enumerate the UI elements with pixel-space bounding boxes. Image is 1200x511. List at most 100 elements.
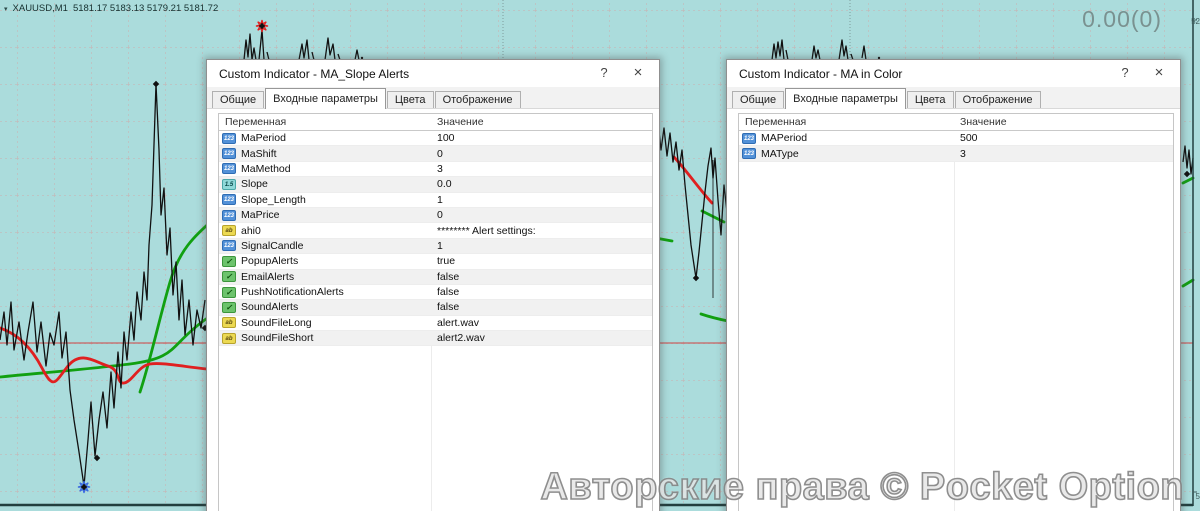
dialog-titlebar[interactable]: Custom Indicator - MA_Slope Alerts ? × (207, 60, 659, 87)
param-value[interactable]: 0.0 (431, 178, 652, 190)
param-name: ahi0 (241, 225, 261, 237)
param-name: PushNotificationAlerts (241, 286, 344, 298)
param-name: EmailAlerts (241, 271, 294, 283)
param-name: MaPeriod (241, 132, 286, 144)
symbol-label: XAUUSD,M1 (13, 3, 68, 14)
table-row[interactable]: MAType 3 (739, 146, 1173, 161)
string-type-icon (222, 317, 236, 328)
close-button[interactable]: × (623, 60, 653, 86)
dialog-content: Переменная Значение MAPeriod 500 MAType … (727, 109, 1180, 511)
table-row[interactable]: MaPeriod 100 (219, 131, 652, 146)
column-header-value[interactable]: Значение (954, 116, 1173, 128)
close-button[interactable]: × (1144, 60, 1174, 86)
tab-inputs[interactable]: Входные параметры (265, 88, 386, 109)
param-value[interactable]: 500 (954, 132, 1173, 144)
param-value[interactable]: 1 (431, 240, 652, 252)
table-row[interactable]: ahi0 ******** Alert settings: (219, 223, 652, 238)
param-value[interactable]: alert.wav (431, 317, 652, 329)
tab-visualization[interactable]: Отображение (435, 91, 521, 108)
param-name: SignalCandle (241, 240, 303, 252)
integer-type-icon (742, 133, 756, 144)
table-row[interactable]: SoundFileShort alert2.wav (219, 331, 652, 346)
param-value[interactable]: 100 (431, 132, 652, 144)
table-row[interactable]: MAPeriod 500 (739, 131, 1173, 146)
dialog-title: Custom Indicator - MA in Color (739, 67, 902, 81)
table-row[interactable]: PushNotificationAlerts false (219, 285, 652, 300)
dialog-title: Custom Indicator - MA_Slope Alerts (219, 67, 409, 81)
integer-type-icon (222, 148, 236, 159)
ohlc-values: 5181.17 5183.13 5179.21 5181.72 (73, 3, 218, 14)
param-value[interactable]: 1 (431, 194, 652, 206)
integer-type-icon (222, 163, 236, 174)
table-row[interactable]: EmailAlerts false (219, 270, 652, 285)
param-name: MaPrice (241, 209, 280, 221)
dialog-ma-in-color: Custom Indicator - MA in Color ? × Общие… (726, 59, 1181, 511)
param-value[interactable]: false (431, 286, 652, 298)
param-value[interactable]: 0 (431, 148, 652, 160)
double-type-icon (222, 179, 236, 190)
param-name: SoundFileLong (241, 317, 312, 329)
tab-common[interactable]: Общие (732, 91, 784, 108)
param-value[interactable]: 3 (954, 148, 1173, 160)
tab-colors[interactable]: Цвета (387, 91, 434, 108)
integer-type-icon (222, 194, 236, 205)
integer-type-icon (222, 133, 236, 144)
boolean-type-icon (222, 287, 236, 298)
dialog-content: Переменная Значение MaPeriod 100 MaShift… (207, 109, 659, 511)
table-row[interactable]: MaMethod 3 (219, 162, 652, 177)
boolean-type-icon (222, 271, 236, 282)
signal-marker-red-icon[interactable] (256, 20, 268, 32)
tab-common[interactable]: Общие (212, 91, 264, 108)
table-header: Переменная Значение (739, 114, 1173, 131)
signal-marker-blue-icon[interactable] (78, 481, 90, 493)
param-name: SoundFileShort (241, 332, 313, 344)
help-button[interactable]: ? (589, 60, 619, 86)
dialog-titlebar[interactable]: Custom Indicator - MA in Color ? × (727, 60, 1180, 87)
table-row[interactable]: MaPrice 0 (219, 208, 652, 223)
table-row[interactable]: SignalCandle 1 (219, 239, 652, 254)
param-name: MAPeriod (761, 132, 807, 144)
table-row[interactable]: Slope 0.0 (219, 177, 652, 192)
param-value[interactable]: alert2.wav (431, 332, 652, 344)
dialog-tabbar: Общие Входные параметры Цвета Отображени… (727, 87, 1180, 109)
param-value[interactable]: false (431, 301, 652, 313)
table-row[interactable]: PopupAlerts true (219, 254, 652, 269)
param-name: Slope_Length (241, 194, 306, 206)
param-name: MaMethod (241, 163, 291, 175)
param-value[interactable]: 0 (431, 209, 652, 221)
table-row[interactable]: SoundAlerts false (219, 300, 652, 315)
chart-menu-icon[interactable]: ▾ (4, 5, 8, 13)
param-value[interactable]: 3 (431, 163, 652, 175)
price-scale-label: 52 (1191, 17, 1200, 26)
column-header-name[interactable]: Переменная (219, 116, 431, 128)
param-name: MaShift (241, 148, 277, 160)
param-name: SoundAlerts (241, 301, 298, 313)
param-name: PopupAlerts (241, 255, 298, 267)
column-header-name[interactable]: Переменная (739, 116, 954, 128)
table-row[interactable]: SoundFileLong alert.wav (219, 316, 652, 331)
param-value[interactable]: false (431, 271, 652, 283)
boolean-type-icon (222, 302, 236, 313)
parameters-table: Переменная Значение MaPeriod 100 MaShift… (218, 113, 653, 511)
table-row[interactable]: Slope_Length 1 (219, 193, 652, 208)
column-header-value[interactable]: Значение (431, 116, 652, 128)
tab-inputs[interactable]: Входные параметры (785, 88, 906, 109)
integer-type-icon (222, 240, 236, 251)
param-value[interactable]: true (431, 255, 652, 267)
symbol-ohlc-bar: ▾ XAUUSD,M1 5181.17 5183.13 5179.21 5181… (4, 3, 218, 14)
table-header: Переменная Значение (219, 114, 652, 131)
param-name: MAType (761, 148, 799, 160)
help-button[interactable]: ? (1110, 60, 1140, 86)
param-name: Slope (241, 178, 268, 190)
parameters-table: Переменная Значение MAPeriod 500 MAType … (738, 113, 1174, 511)
watermark-text: Авторские права © Pocket Option (540, 466, 1184, 509)
price-scale-label: 5 (1196, 492, 1200, 501)
integer-type-icon (742, 148, 756, 159)
dialog-tabbar: Общие Входные параметры Цвета Отображени… (207, 87, 659, 109)
string-type-icon (222, 225, 236, 236)
table-row[interactable]: MaShift 0 (219, 146, 652, 161)
trade-counter: 0.00(0) (1082, 6, 1162, 33)
tab-colors[interactable]: Цвета (907, 91, 954, 108)
tab-visualization[interactable]: Отображение (955, 91, 1041, 108)
param-value[interactable]: ******** Alert settings: (431, 225, 652, 237)
